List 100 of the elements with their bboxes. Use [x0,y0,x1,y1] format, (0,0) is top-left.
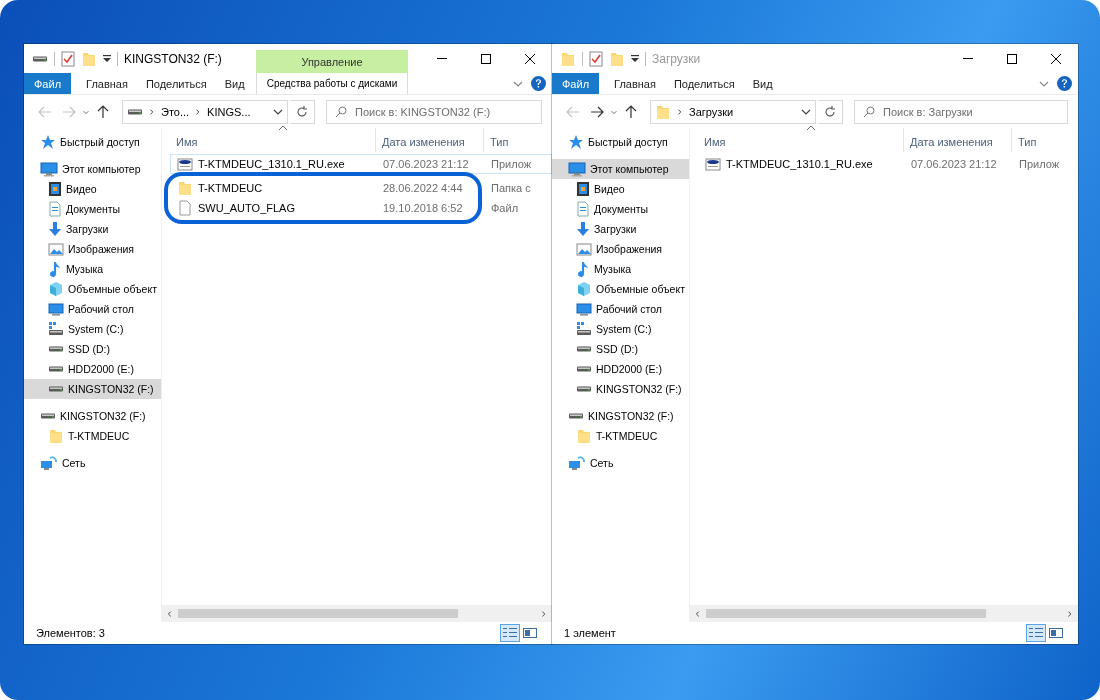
sidebar-item[interactable]: KINGSTON32 (F:) [24,379,161,399]
sidebar-item[interactable]: Видео [552,179,689,199]
help-icon[interactable] [1057,76,1072,91]
column-header[interactable]: Имя [698,128,904,152]
drive-icon [49,366,63,372]
file-tab[interactable]: Файл [552,73,600,94]
search-field[interactable]: Поиск в: KINGSTON32 (F:) [326,99,542,124]
download-icon [48,221,62,237]
sidebar-item[interactable]: Музыка [552,259,689,279]
horizontal-scrollbar[interactable] [690,605,1078,622]
music-icon [48,261,62,277]
scrollbar-thumb[interactable] [706,609,986,618]
breadcrumb-segment[interactable]: Это... [161,105,190,118]
ribbon-tab[interactable]: Вид [215,73,254,94]
sidebar-item[interactable]: SSD (D:) [552,339,689,359]
properties-icon[interactable] [589,50,603,67]
folder-icon [48,428,64,444]
sidebar-item[interactable]: Этот компьютер [552,159,689,179]
modified-date: 07.06.2023 21:12 [383,158,469,170]
sidebar-item[interactable]: Быстрый доступ [24,132,161,152]
modified-date: 28.06.2022 4:44 [383,182,463,194]
refresh-icon [824,105,836,118]
modified-date: 19.10.2018 6:52 [383,202,463,214]
properties-icon[interactable] [61,50,75,67]
ribbon-tab[interactable]: Поделиться [136,73,216,94]
sidebar-item[interactable]: KINGSTON32 (F:) [552,406,689,426]
sidebar-item[interactable]: System (C:) [24,319,161,339]
refresh-button[interactable] [818,99,843,124]
sidebar-item[interactable]: HDD2000 (E:) [24,359,161,379]
file-row[interactable]: T-KTMDEUC_1310.1_RU.exe 07.06.2023 21:12 Прилож [698,154,1078,174]
sidebar-item[interactable]: KINGSTON32 (F:) [552,379,689,399]
tiles-view-icon [523,627,537,639]
sidebar-item[interactable]: Видео [24,179,161,199]
ribbon-tab[interactable]: Поделиться [664,73,744,94]
sidebar-item[interactable]: Загрузки [24,219,161,239]
close-icon [525,53,535,64]
search-icon [335,105,347,118]
help-icon[interactable] [531,76,546,91]
dropdown-icon[interactable] [631,54,639,63]
column-header[interactable]: Дата изменения [904,128,1012,152]
window-title: KINGSTON32 (F:) [124,51,222,66]
pc-icon [40,161,58,177]
sidebar-item[interactable]: T-KTMDEUC [24,426,161,446]
details-view-button[interactable] [1026,624,1046,642]
breadcrumb-segment[interactable]: Загрузки [689,105,734,118]
column-header[interactable]: Тип [1012,128,1078,152]
sidebar-item[interactable]: HDD2000 (E:) [552,359,689,379]
file-row[interactable]: T-KTMDEUC_1310.1_RU.exe 07.06.2023 21:12 Прилож [170,154,552,174]
folder-icon [576,428,592,444]
sidebar-item[interactable]: SSD (D:) [24,339,161,359]
search-field[interactable]: Поиск в: Загрузки [854,99,1068,124]
address-bar[interactable]: Загрузки [650,99,816,124]
ribbon-tab[interactable]: Главная [77,73,137,94]
sidebar-item[interactable]: Музыка [24,259,161,279]
sidebar-item[interactable]: Изображения [552,239,689,259]
file-type: Прилож [1019,158,1060,170]
sidebar-item[interactable]: KINGSTON32 (F:) [24,406,161,426]
column-header[interactable]: Дата изменения [376,128,484,152]
column-header[interactable]: Тип [484,128,552,152]
sidebar-item[interactable]: Документы [24,199,161,219]
video-icon [48,181,62,197]
sidebar-item[interactable]: Сеть [24,453,161,473]
file-tab[interactable]: Файл [24,73,72,94]
drive-icon [33,55,47,62]
breadcrumb-segment[interactable]: KINGS... [207,105,251,118]
sidebar-item[interactable]: System (C:) [552,319,689,339]
sidebar-item[interactable]: Быстрый доступ [552,132,689,152]
images-icon [48,241,64,257]
docs-icon [48,201,62,217]
horizontal-scrollbar[interactable] [162,605,552,622]
sidebar-item[interactable]: Рабочий стол [552,299,689,319]
file-type: Папка с [491,182,531,194]
ribbon-tab[interactable]: Главная [605,73,665,94]
drive-icon [569,413,583,419]
drive-icon [577,366,591,372]
sidebar-item[interactable]: Документы [552,199,689,219]
refresh-button[interactable] [290,99,315,124]
sidebar-item[interactable]: Рабочий стол [24,299,161,319]
download-icon [576,221,590,237]
sidebar-item[interactable]: T-KTMDEUC [552,426,689,446]
scroll-right-icon [1066,608,1074,619]
sidebar-item[interactable]: Загрузки [552,219,689,239]
details-view-button[interactable] [500,624,520,642]
column-header[interactable]: Имя [170,128,376,152]
ribbon-tab[interactable]: Средства работы с дисками [256,73,408,94]
sidebar-item[interactable]: Этот компьютер [24,159,161,179]
drive-icon [128,108,142,115]
sidebar-item[interactable]: Объемные объект [552,279,689,299]
details-view-icon [503,627,517,639]
dropdown-icon[interactable] [103,54,111,63]
folder-icon [177,180,193,196]
sidebar-item[interactable]: Изображения [24,239,161,259]
scroll-left-icon [166,608,174,619]
sidebar-item[interactable]: Сеть [552,453,689,473]
scrollbar-thumb[interactable] [178,609,458,618]
chevron-icon [148,106,156,117]
sidebar-item[interactable]: Объемные объект [24,279,161,299]
address-bar[interactable]: Это... KINGS... [122,99,288,124]
ribbon-tab[interactable]: Вид [743,73,782,94]
network-icon [40,455,58,471]
